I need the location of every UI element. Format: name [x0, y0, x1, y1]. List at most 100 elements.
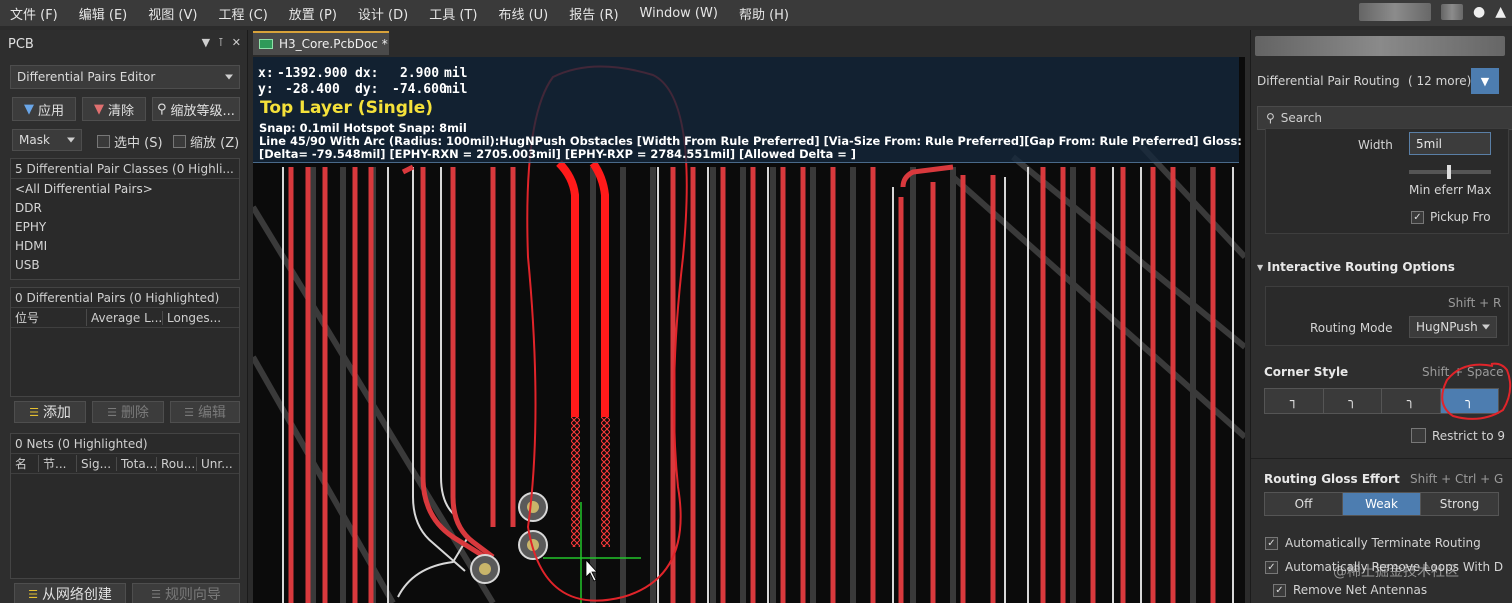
pickup-checkbox[interactable]: ✓: [1411, 210, 1424, 224]
column-header[interactable]: Rou...: [157, 456, 197, 471]
list-item[interactable]: EPHY: [11, 217, 239, 236]
list-item[interactable]: <All Differential Pairs>: [11, 179, 239, 198]
column-header[interactable]: Sig...: [77, 456, 117, 471]
delete-button[interactable]: ☰ 删除: [92, 401, 164, 423]
zoom-level-button[interactable]: ⚲ 缩放等级...: [152, 97, 240, 121]
column-header[interactable]: 位号: [11, 309, 87, 326]
routing-mode-label: Routing Mode: [1310, 321, 1393, 335]
column-header[interactable]: 节...: [39, 455, 77, 472]
panel-header: PCB ▼ ⊺ ✕: [0, 30, 247, 58]
routing-options-header[interactable]: ▼ Interactive Routing Options: [1257, 260, 1455, 274]
corner-style-label: Corner Style: [1264, 365, 1349, 379]
menu-design[interactable]: 设计 (D): [348, 4, 419, 23]
pcb-doc-icon: [259, 39, 273, 49]
pin-icon[interactable]: ⊺: [218, 36, 224, 49]
restrict-row[interactable]: Restrict to 9: [1411, 428, 1505, 443]
menu-bar: 文件 (F) 编辑 (E) 视图 (V) 工程 (C) 放置 (P) 设计 (D…: [0, 0, 1512, 26]
menu-window[interactable]: Window (W): [630, 6, 729, 21]
menu-view[interactable]: 视图 (V): [138, 4, 208, 23]
nets-columns: 名 节... Sig... Tota... Rou... Unr...: [11, 454, 239, 474]
search-box[interactable]: ⚲ Search: [1257, 106, 1512, 130]
list-item[interactable]: HDMI: [11, 236, 239, 255]
corner-45-arc-button[interactable]: ╮: [1382, 389, 1441, 413]
select-checkbox[interactable]: [97, 135, 110, 148]
column-header[interactable]: Longes...: [163, 311, 239, 325]
apply-button[interactable]: ▼ 应用: [12, 97, 76, 121]
mask-dropdown[interactable]: Mask: [12, 129, 82, 151]
notification-icon[interactable]: ●: [1473, 4, 1485, 20]
remove-antennas-checkbox[interactable]: ✓: [1273, 583, 1286, 597]
filter-icon: ▼: [1480, 74, 1490, 88]
menu-reports[interactable]: 报告 (R): [559, 4, 629, 23]
pcb-canvas[interactable]: x: -1392.900 dx: 2.900 mil y: -28.400 dy…: [253, 57, 1245, 603]
wizard-icon: ☰: [151, 587, 161, 601]
add-label: 添加: [42, 405, 71, 421]
menu-help[interactable]: 帮助 (H): [729, 4, 800, 23]
remove-antennas-row[interactable]: ✓ Remove Net Antennas: [1273, 583, 1427, 597]
pickup-row[interactable]: ✓ Pickup Fro: [1411, 210, 1491, 224]
column-header[interactable]: Average L...: [87, 310, 163, 325]
menu-project[interactable]: 工程 (C): [208, 4, 278, 23]
background-traces: [253, 134, 1245, 603]
menu-route[interactable]: 布线 (U): [488, 4, 559, 23]
user-icon[interactable]: ▲: [1495, 4, 1506, 20]
rule-wizard-button[interactable]: ☰ 规则向导: [132, 583, 240, 603]
blurred-region: [1441, 4, 1463, 20]
gloss-label: Routing Gloss Effort: [1264, 472, 1400, 486]
gloss-weak-button[interactable]: Weak: [1343, 493, 1421, 515]
hud-dy-value: -74.600: [392, 82, 447, 97]
panel-mode-dropdown[interactable]: Differential Pairs Editor: [10, 65, 240, 89]
heads-up-display: x: -1392.900 dx: 2.900 mil y: -28.400 dy…: [253, 57, 1245, 163]
properties-panel: Differential Pair Routing ( 12 more) ▼ ⚲…: [1250, 30, 1512, 603]
create-from-nets-button[interactable]: ☰ 从网络创建: [14, 583, 126, 603]
pair-classes-header: 5 Differential Pair Classes (0 Highli...: [11, 159, 239, 179]
width-input[interactable]: 5mil: [1409, 132, 1491, 155]
auto-remove-checkbox[interactable]: ✓: [1265, 560, 1278, 574]
edit-icon: ☰: [184, 405, 194, 419]
zoom-checkbox-row[interactable]: 缩放 (Z): [173, 132, 239, 151]
menu-edit[interactable]: 编辑 (E): [69, 4, 139, 23]
column-header[interactable]: Unr...: [197, 457, 239, 471]
hud-y-label: y:: [258, 82, 274, 97]
close-icon[interactable]: ✕: [232, 36, 241, 49]
clear-button[interactable]: ▼ 清除: [82, 97, 146, 121]
collapse-icon: ▼: [1257, 262, 1264, 272]
filter-more: ( 12 more): [1408, 74, 1472, 88]
column-header[interactable]: 名: [11, 455, 39, 472]
add-button[interactable]: ☰ 添加: [14, 401, 86, 423]
corner-45-button[interactable]: ╮: [1324, 389, 1382, 413]
auto-terminate-row[interactable]: ✓ Automatically Terminate Routing: [1265, 536, 1481, 550]
corner-90-button[interactable]: ┐: [1265, 389, 1324, 413]
panel-title: PCB: [8, 36, 34, 52]
apply-label: 应用: [37, 103, 64, 119]
width-slider[interactable]: [1409, 165, 1491, 179]
column-header[interactable]: Tota...: [117, 456, 157, 471]
document-tab[interactable]: H3_Core.PcbDoc *: [253, 31, 389, 55]
zoom-checkbox[interactable]: [173, 135, 186, 148]
menu-place[interactable]: 放置 (P): [279, 4, 348, 23]
gloss-effort-selector: Off Weak Strong: [1264, 492, 1499, 516]
create-icon: ☰: [28, 587, 38, 601]
gloss-strong-button[interactable]: Strong: [1421, 493, 1498, 515]
menu-tools[interactable]: 工具 (T): [419, 4, 488, 23]
list-item[interactable]: DDR: [11, 198, 239, 217]
zoom-level-label: 缩放等级...: [170, 103, 235, 119]
hud-layer: Top Layer (Single): [260, 98, 434, 118]
select-checkbox-row[interactable]: 选中 (S): [97, 132, 163, 151]
gloss-off-button[interactable]: Off: [1265, 493, 1343, 515]
remove-antennas-label: Remove Net Antennas: [1293, 583, 1428, 597]
list-item[interactable]: USB: [11, 255, 239, 274]
filter-button[interactable]: ▼: [1471, 68, 1499, 94]
width-slider-handle[interactable]: [1447, 165, 1451, 179]
delete-label: 删除: [120, 405, 149, 421]
restrict-checkbox[interactable]: [1411, 428, 1426, 443]
menu-file[interactable]: 文件 (F): [0, 4, 69, 23]
hud-routing-mode: Line 45/90 With Arc (Radius: 100mil):Hug…: [259, 134, 1245, 148]
edit-button[interactable]: ☰ 编辑: [170, 401, 240, 423]
hud-x-value: -1392.900: [277, 66, 348, 81]
min-pref-max-labels: Min eferr Max: [1409, 183, 1492, 197]
auto-terminate-checkbox[interactable]: ✓: [1265, 536, 1278, 550]
panel-menu-icon[interactable]: ▼: [202, 36, 210, 49]
routing-mode-dropdown[interactable]: HugNPush: [1409, 316, 1497, 338]
gloss-shortcut: Shift + Ctrl + G: [1410, 472, 1504, 486]
